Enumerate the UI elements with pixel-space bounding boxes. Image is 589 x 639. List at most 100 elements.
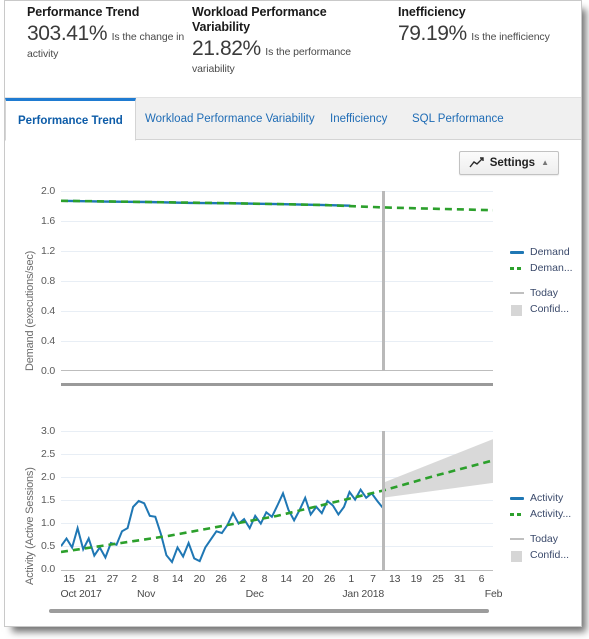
legend-label: Deman... xyxy=(530,262,573,274)
kpi-title: Workload Performance Variability xyxy=(192,5,327,34)
kpi-title: Inefficiency xyxy=(398,5,466,19)
legend-item[interactable]: Today xyxy=(510,285,573,301)
legend-item[interactable]: Activity... xyxy=(510,506,571,522)
x-tick-label: 25 xyxy=(432,573,444,585)
tab-workload-performance-variability[interactable]: Workload Performance Variability xyxy=(133,98,327,140)
kpi-workload-performance-variability: Workload Performance Variability 21.82% … xyxy=(192,5,377,77)
kpi-summary-strip: Performance Trend 303.41% Is the change … xyxy=(5,1,581,98)
x-axis-month-label: Jan 2018 xyxy=(342,588,384,600)
x-axis-month-label: Feb xyxy=(484,588,503,600)
settings-button-label: Settings xyxy=(489,157,536,169)
y-tick-label: 0.4 xyxy=(41,305,55,317)
legend-label: Today xyxy=(530,287,559,299)
kpi-caption: Is the inefficiency xyxy=(471,31,550,43)
legend-item[interactable]: Confid... xyxy=(510,547,571,563)
tab-label: Workload Performance Variability xyxy=(145,113,315,125)
chart-activity-series-svg xyxy=(61,439,493,564)
legend-item[interactable]: Today xyxy=(510,531,571,547)
x-tick-label: 19 xyxy=(410,573,422,585)
y-tick-label: 2.5 xyxy=(41,448,55,460)
line-chart-icon xyxy=(469,157,484,169)
legend-swatch-today-line-icon xyxy=(510,288,524,298)
x-axis-month-label: Dec xyxy=(245,588,264,600)
x-tick-label: 26 xyxy=(323,573,336,585)
legend-label: Confid... xyxy=(530,303,570,315)
x-tick-label: 8 xyxy=(152,573,159,585)
kpi-value: 79.19% xyxy=(398,22,467,45)
x-tick-label: 20 xyxy=(302,573,314,585)
x-tick-label: 15 xyxy=(63,573,75,585)
y-tick-label: 2.0 xyxy=(41,471,55,483)
y-tick-label: 2.0 xyxy=(41,185,55,197)
x-tick-label: 8 xyxy=(261,573,268,585)
y-tick-label: 0.0 xyxy=(41,365,55,377)
chart-activity-legend: Activity Activity... Today Confid... xyxy=(510,490,571,563)
settings-button[interactable]: Settings ▲ xyxy=(458,151,559,175)
legend-swatch-solid-line-icon xyxy=(510,247,524,257)
legend-item[interactable]: Deman... xyxy=(510,260,573,276)
legend-swatch-today-line-icon xyxy=(510,534,524,544)
kpi-body: 21.82% Is the performance variability xyxy=(192,38,377,77)
kpi-title: Performance Trend xyxy=(27,5,140,19)
tab-sql-performance[interactable]: SQL Performance xyxy=(400,98,516,140)
x-tick-label: 26 xyxy=(215,573,227,585)
chart-activity-plot-area: 3.0 2.5 2.0 1.5 1.0 0.5 0.0 xyxy=(41,425,493,575)
x-axis-month-label: Nov xyxy=(137,588,156,600)
legend-item[interactable]: Activity xyxy=(510,490,571,506)
y-tick-label: 0.8 xyxy=(41,275,55,287)
legend-swatch-dashed-line-icon xyxy=(510,263,524,273)
y-tick-label: 1.2 xyxy=(41,245,55,257)
chart-activity-y-axis-label: Activity (Active Sessions) xyxy=(24,467,36,585)
kpi-value: 303.41% xyxy=(27,22,108,45)
y-tick-label: 1.5 xyxy=(41,494,55,506)
x-tick-label: 31 xyxy=(454,573,466,585)
y-tick-label: 0.4 xyxy=(41,335,55,347)
x-tick-label: 27 xyxy=(106,573,119,585)
legend-label: Activity... xyxy=(530,508,572,520)
kpi-body: 303.41% Is the change in activity xyxy=(27,23,187,62)
tab-bar: Performance Trend Workload Performance V… xyxy=(5,98,581,141)
tab-performance-trend[interactable]: Performance Trend xyxy=(5,98,136,141)
screenshot-root: Performance Trend 303.41% Is the change … xyxy=(0,0,589,639)
chart-demand-legend: Demand Deman... Today Confid... xyxy=(510,244,573,317)
y-tick-label: 1.6 xyxy=(41,215,55,227)
chevron-up-icon: ▲ xyxy=(541,158,549,167)
x-tick-label: 20 xyxy=(193,573,205,585)
x-tick-label: 14 xyxy=(280,573,292,585)
kpi-performance-trend: Performance Trend 303.41% Is the change … xyxy=(27,5,187,62)
chart-demand-bottom-rule xyxy=(61,383,493,386)
legend-label: Confid... xyxy=(530,549,570,561)
x-tick-label: 13 xyxy=(388,573,401,585)
legend-label: Activity xyxy=(530,492,564,504)
y-tick-label: 3.0 xyxy=(41,425,55,437)
chart-demand-plot-area: 2.0 1.6 1.2 0.8 0.4 0.4 0.0 xyxy=(41,185,493,377)
dashboard-panel: Performance Trend 303.41% Is the change … xyxy=(4,0,582,627)
kpi-value: 21.82% xyxy=(192,37,261,60)
x-tick-label: 14 xyxy=(171,573,184,585)
horizontal-scrollbar[interactable] xyxy=(49,609,489,613)
tab-inefficiency[interactable]: Inefficiency xyxy=(318,98,399,140)
y-tick-label: 0.5 xyxy=(41,540,55,552)
legend-swatch-confidence-box-icon xyxy=(510,304,524,316)
chart-demand-series-svg xyxy=(61,199,493,212)
legend-label: Today xyxy=(530,533,559,545)
x-tick-label: 21 xyxy=(85,573,97,585)
x-axis: 15 21 27 2 8 14 20 26 2 8 14 20 26 1 7 13 19 25 31 6 Oct 201… xyxy=(60,573,502,611)
legend-swatch-dashed-line-icon xyxy=(510,509,524,519)
today-marker-line xyxy=(382,431,385,571)
x-tick-label: 1 xyxy=(348,573,355,585)
x-tick-label: 6 xyxy=(478,573,485,585)
legend-item[interactable]: Confid... xyxy=(510,301,573,317)
tab-label: SQL Performance xyxy=(412,113,504,125)
x-tick-label: 2 xyxy=(239,573,246,585)
kpi-body: 79.19% Is the inefficiency xyxy=(398,23,578,45)
x-tick-label: 2 xyxy=(131,573,137,585)
tab-label: Performance Trend xyxy=(18,114,123,127)
legend-label: Demand xyxy=(530,246,570,258)
chart-demand-y-axis-label: Demand (executions/sec) xyxy=(24,250,36,371)
legend-item[interactable]: Demand xyxy=(510,244,573,260)
x-tick-label: 7 xyxy=(370,573,376,585)
legend-swatch-solid-line-icon xyxy=(510,493,524,503)
y-tick-label: 0.0 xyxy=(41,563,55,575)
x-axis-month-label: Oct 2017 xyxy=(60,588,102,600)
